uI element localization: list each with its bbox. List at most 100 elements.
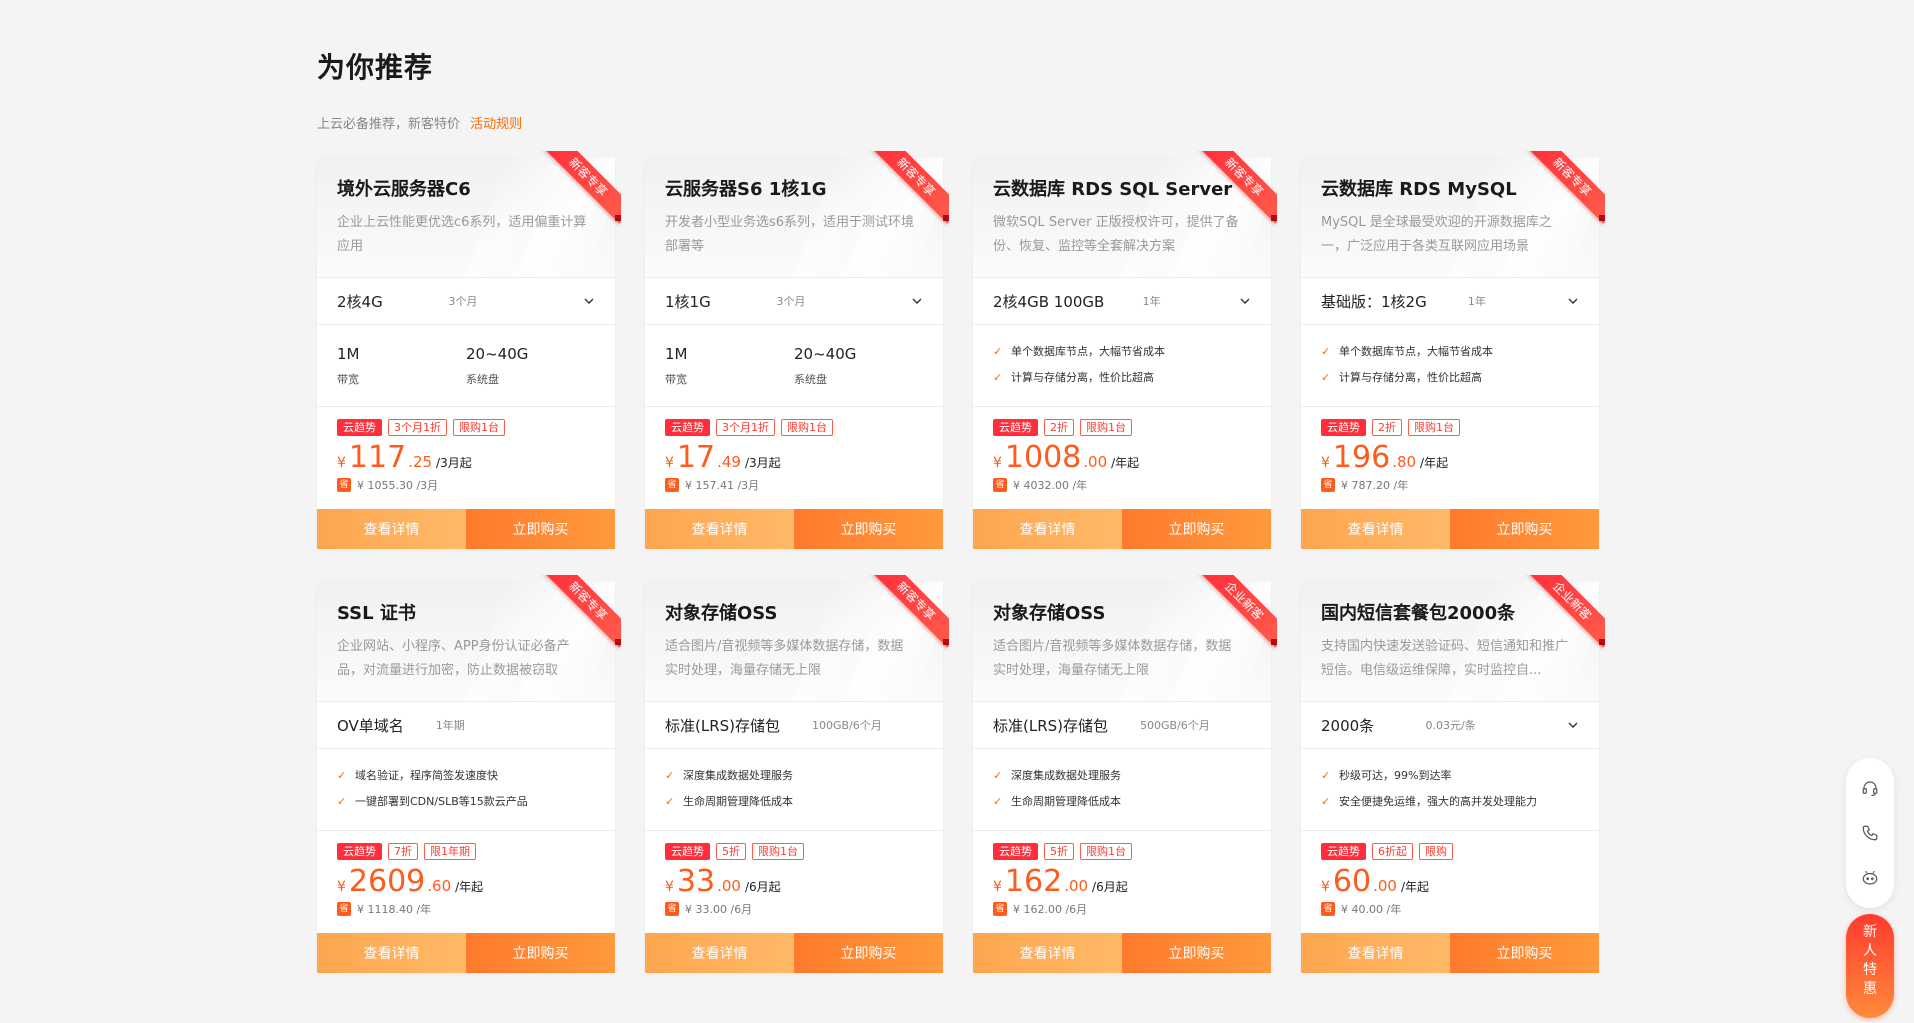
- promo-tag: 限购1台: [1080, 419, 1132, 436]
- view-details-button[interactable]: 查看详情: [645, 509, 794, 549]
- feature-item: ✓ 生命周期管理降低成本: [665, 789, 923, 815]
- spec-select[interactable]: 1核1G 3个月: [645, 277, 943, 325]
- check-icon: ✓: [1321, 769, 1331, 782]
- phone-icon[interactable]: [1858, 821, 1882, 845]
- price-integer: 33: [676, 864, 716, 899]
- price-unit: /3月起: [744, 456, 781, 470]
- buy-now-button[interactable]: 立即购买: [1450, 933, 1599, 973]
- feature-item: ✓ 计算与存储分离，性价比超高: [1321, 365, 1579, 391]
- chevron-down-icon[interactable]: [1239, 295, 1251, 307]
- ribbon: 新客专享: [1197, 151, 1277, 231]
- view-details-button[interactable]: 查看详情: [645, 933, 794, 973]
- spec-period: 3个月: [448, 295, 478, 308]
- save-icon: 省: [993, 902, 1007, 916]
- card-actions: 查看详情 立即购买: [317, 933, 615, 973]
- spec-select[interactable]: 2核4GB 100GB 1年: [973, 277, 1271, 325]
- price-integer: 196: [1332, 440, 1391, 475]
- save-icon: 省: [1321, 478, 1335, 492]
- promo-tag: 3个月1折: [388, 419, 447, 436]
- ribbon: 新客专享: [541, 151, 621, 231]
- spec-select[interactable]: 基础版：1核2G 1年: [1301, 277, 1599, 325]
- newbie-offer-button[interactable]: 新 人 特 惠: [1846, 914, 1894, 1018]
- original-price-text: ¥ 1055.30 /3月: [357, 479, 439, 492]
- promo-tag: 5折: [716, 843, 746, 860]
- buy-now-button[interactable]: 立即购买: [1122, 509, 1271, 549]
- promo-tags: 云趋势 5折 限购1台: [665, 843, 923, 861]
- feature-item: ✓ 深度集成数据处理服务: [665, 763, 923, 789]
- stat-label: 带宽: [665, 373, 687, 386]
- promo-tags: 云趋势 7折 限1年期: [337, 843, 595, 861]
- ribbon: 新客专享: [869, 575, 949, 655]
- stat-item: 20~40G 系统盘: [794, 343, 923, 406]
- price-decimal: .00: [1083, 453, 1108, 471]
- spec-stats: 1M 带宽 20~40G 系统盘: [645, 325, 943, 407]
- original-price: 省 ¥ 1118.40 /年: [337, 901, 595, 917]
- stat-value: 20~40G: [794, 345, 857, 363]
- check-icon: ✓: [665, 795, 675, 808]
- buy-now-button[interactable]: 立即购买: [794, 933, 943, 973]
- price-unit: /年起: [1111, 456, 1140, 470]
- check-icon: ✓: [665, 769, 675, 782]
- ribbon: 新客专享: [869, 151, 949, 231]
- feature-list: ✓ 单个数据库节点，大幅节省成本 ✓ 计算与存储分离，性价比超高: [973, 325, 1271, 407]
- price-area: 云趋势 2折 限购1台 ¥1008.00/年起省 ¥ 4032.00 /年: [973, 407, 1271, 509]
- chevron-down-icon[interactable]: [583, 295, 595, 307]
- buy-now-button[interactable]: 立即购买: [466, 933, 615, 973]
- price-unit: /年起: [455, 880, 484, 894]
- spec-name: OV单域名: [337, 716, 404, 735]
- promo-tag: 云趋势: [665, 843, 710, 860]
- buy-now-button[interactable]: 立即购买: [466, 509, 615, 549]
- chevron-down-icon[interactable]: [911, 295, 923, 307]
- feature-text: 域名验证，程序简签发速度快: [355, 769, 498, 782]
- view-details-button[interactable]: 查看详情: [973, 509, 1122, 549]
- promo-tag: 3个月1折: [716, 419, 775, 436]
- view-details-button[interactable]: 查看详情: [1301, 509, 1450, 549]
- view-details-button[interactable]: 查看详情: [317, 933, 466, 973]
- spec-select[interactable]: 2000条 0.03元/条: [1301, 701, 1599, 749]
- promo-tag: 7折: [388, 843, 418, 860]
- chevron-down-icon[interactable]: [1567, 719, 1579, 731]
- product-card: 新客专享 境外云服务器C6 企业上云性能更优选c6系列，适用偏重计算应用 2核4G 3个…: [317, 151, 621, 549]
- price: ¥117.25/3月起: [337, 443, 595, 473]
- promo-tag: 云趋势: [1321, 419, 1366, 436]
- buy-now-button[interactable]: 立即购买: [794, 509, 943, 549]
- check-icon: ✓: [1321, 795, 1331, 808]
- original-price-text: ¥ 33.00 /6月: [685, 903, 753, 916]
- promo-tags: 云趋势 6折起 限购: [1321, 843, 1579, 861]
- feature-text: 单个数据库节点，大幅节省成本: [1339, 345, 1493, 358]
- spec-period: 3个月: [776, 295, 806, 308]
- ribbon: 企业新客: [1525, 575, 1605, 655]
- save-icon: 省: [665, 902, 679, 916]
- ribbon-label: 新客专享: [1197, 151, 1277, 224]
- save-icon: 省: [993, 478, 1007, 492]
- stat-item: 1M 带宽: [665, 343, 794, 406]
- newbie-char: 新: [1863, 924, 1877, 940]
- activity-rules-link[interactable]: 活动规则: [470, 117, 522, 132]
- chat-bot-icon[interactable]: [1858, 866, 1882, 890]
- product-card: 新客专享 云服务器S6 1核1G 开发者小型业务选s6系列，适用于测试环境部署等 1核…: [645, 151, 949, 549]
- feature-text: 秒级可达，99%到达率: [1339, 769, 1452, 782]
- buy-now-button[interactable]: 立即购买: [1450, 509, 1599, 549]
- price-area: 云趋势 5折 限购1台 ¥162.00/6月起省 ¥ 162.00 /6月: [973, 831, 1271, 933]
- headset-icon[interactable]: [1858, 776, 1882, 800]
- spec-select[interactable]: 2核4G 3个月: [317, 277, 615, 325]
- product-card: 企业新客 对象存储OSS 适合图片/音视频等多媒体数据存储，数据实时处理，海量存储无…: [973, 575, 1277, 973]
- original-price-text: ¥ 1118.40 /年: [357, 903, 432, 916]
- chevron-down-icon[interactable]: [1567, 295, 1579, 307]
- promo-tags: 云趋势 3个月1折 限购1台: [337, 419, 595, 437]
- promo-tag: 云趋势: [337, 843, 382, 860]
- buy-now-button[interactable]: 立即购买: [1122, 933, 1271, 973]
- card-actions: 查看详情 立即购买: [1301, 933, 1599, 973]
- feature-item: ✓ 安全便捷免运维，强大的高并发处理能力: [1321, 789, 1579, 815]
- feature-text: 一键部署到CDN/SLB等15款云产品: [355, 795, 528, 808]
- spec-period: 1年: [1142, 295, 1161, 308]
- view-details-button[interactable]: 查看详情: [317, 509, 466, 549]
- view-details-button[interactable]: 查看详情: [973, 933, 1122, 973]
- product-card: 新客专享 云数据库 RDS MySQL MySQL 是全球最受欢迎的开源数据库之一，…: [1301, 151, 1605, 549]
- check-icon: ✓: [993, 795, 1003, 808]
- view-details-button[interactable]: 查看详情: [1301, 933, 1450, 973]
- card-actions: 查看详情 立即购买: [973, 509, 1271, 549]
- feature-item: ✓ 深度集成数据处理服务: [993, 763, 1251, 789]
- card-actions: 查看详情 立即购买: [1301, 509, 1599, 549]
- original-price: 省 ¥ 33.00 /6月: [665, 901, 923, 917]
